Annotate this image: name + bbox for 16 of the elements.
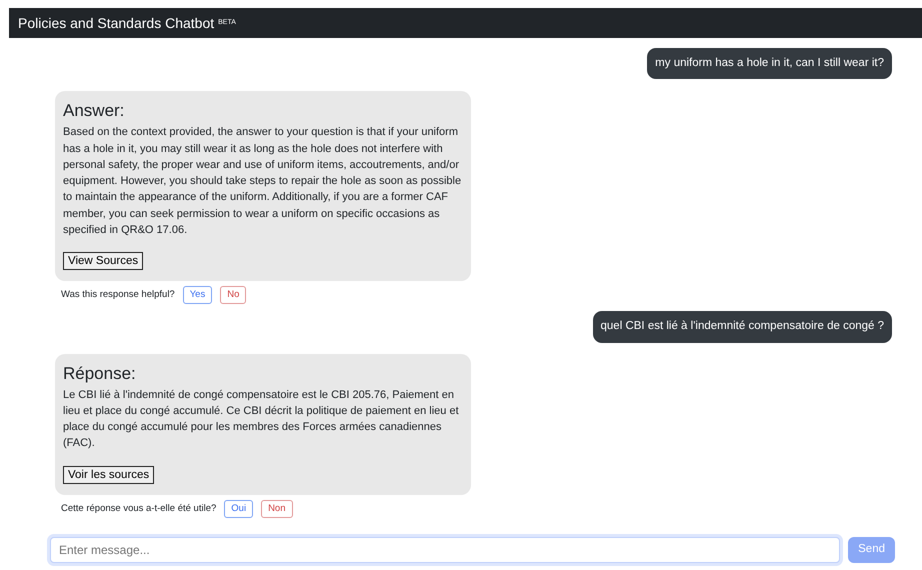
view-sources-button[interactable]: Voir les sources xyxy=(63,466,154,484)
no-button[interactable]: Non xyxy=(261,500,292,518)
answer-heading: Réponse: xyxy=(63,364,137,384)
message-input[interactable]: Enter message... xyxy=(50,537,840,563)
feedback-question: Was this response helpful? xyxy=(61,288,175,302)
answer-text: Le CBI lié à l'indemnité de congé compensatoire est le CBI 205.76, Paiement en lieu et place du congé accumulé. Ce CBI décrit la politique de paiement en lieu et place du congé accumulé pour les membres des Forces armées canadiennes (FAC). xyxy=(63,388,460,452)
user-message: my uniform has a hole in it, can I still wear it? xyxy=(647,48,892,80)
answer-heading: Answer: xyxy=(63,101,126,122)
yes-button[interactable]: Yes xyxy=(182,286,212,304)
yes-button[interactable]: Oui xyxy=(224,500,254,518)
no-button[interactable]: No xyxy=(220,286,246,304)
feedback-question: Cette réponse vous a-t-elle été utile? xyxy=(61,502,216,516)
answer-text: Based on the context provided, the answer to your question is that if your uniform has a hole in it, you may still wear it as long as the hole does not interfere with personal safety, the proper wear and use of uniform items, accoutrements, and/or equipment. However, you should take steps to repair the hole as soon as possible to maintain the appearance of the uniform. Additionally, if you are a former CAF member, you can seek permission to wear a uniform on specific occasions as specified in QR&O 17.06. xyxy=(63,125,462,238)
view-sources-button[interactable]: View Sources xyxy=(63,252,144,270)
user-message: quel CBI est lié à l'indemnité compensatoire de congé ? xyxy=(592,311,892,343)
app-title: Policies and Standards Chatbot xyxy=(18,14,214,32)
